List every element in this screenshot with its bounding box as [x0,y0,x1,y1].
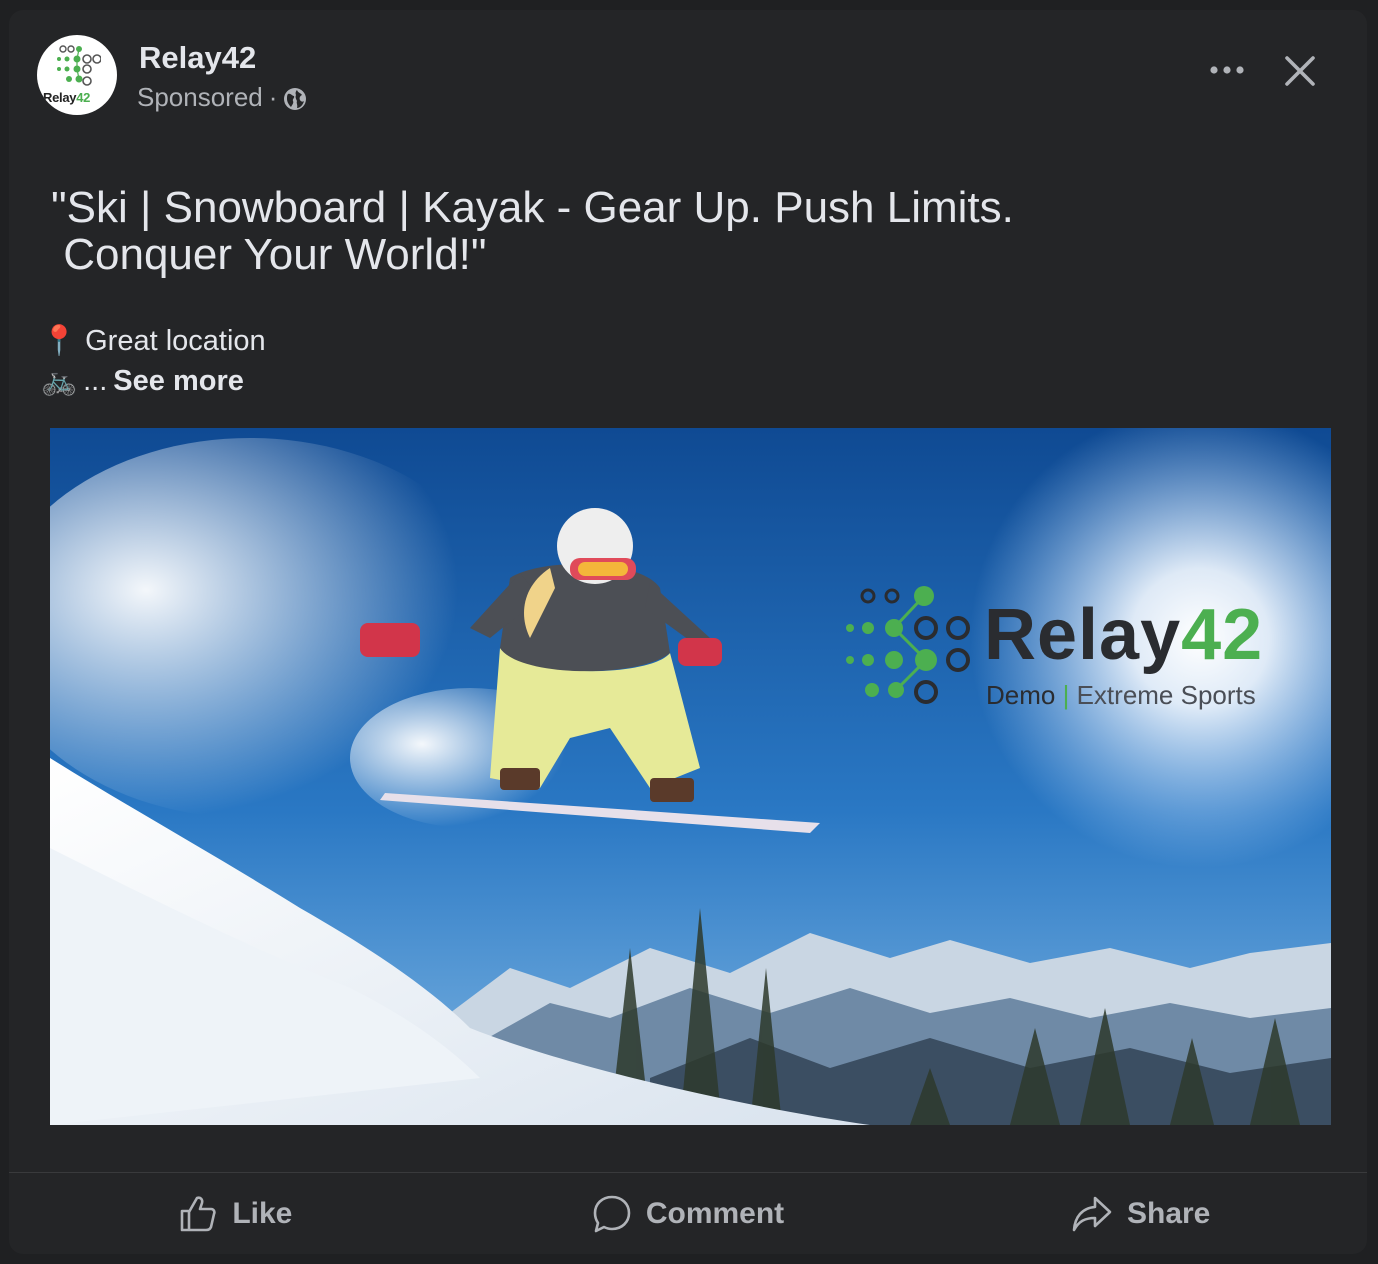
sponsored-post-card: Relay42 Relay42 Sponsored · "Ski | Snowb… [9,10,1367,1254]
avatar-wordmark: Relay42 [43,90,91,105]
page-avatar[interactable]: Relay42 [37,35,117,115]
share-button[interactable]: Share [914,1173,1367,1254]
snowboarder-photo [50,428,1331,1125]
brand-wordmark: Relay42 [984,595,1264,675]
like-button[interactable]: Like [9,1173,462,1254]
brand-overlay: Relay42 Demo | Extreme Sports [844,584,1314,724]
page-name-link[interactable]: Relay42 [139,40,256,76]
relay42-logo-icon [846,586,970,704]
location-text: Great location [85,324,266,357]
bicycle-emoji: 🚲 [41,365,78,397]
comment-button[interactable]: Comment [462,1173,915,1254]
sponsored-label[interactable]: Sponsored [137,82,263,113]
post-line-location: 📍 Great location [41,324,266,358]
pushpin-emoji: 📍 [41,325,78,357]
action-bar: Like Comment Share [9,1173,1367,1254]
ad-image[interactable]: Relay42 Demo | Extreme Sports [50,428,1331,1125]
globe-icon [284,87,307,110]
close-button[interactable] [1279,50,1321,92]
post-line-more: 🚲 ... See more [41,364,244,398]
post-headline: "Ski | Snowboard | Kayak - Gear Up. Push… [51,183,1014,279]
more-options-button[interactable] [1205,52,1249,88]
share-arrow-icon [1072,1196,1112,1231]
ellipsis: ... [83,364,108,397]
thumbs-up-icon [181,1195,216,1231]
brand-tagline: Demo | Extreme Sports [986,680,1256,710]
relay42-logo-icon [57,45,101,86]
meta-separator: · [268,82,278,112]
see-more-link[interactable]: See more [113,365,244,398]
like-label: Like [232,1196,293,1230]
share-label: Share [1126,1196,1211,1230]
comment-bubble-icon [593,1195,631,1232]
post-meta: Sponsored · [137,82,307,113]
comment-label: Comment [645,1196,785,1230]
